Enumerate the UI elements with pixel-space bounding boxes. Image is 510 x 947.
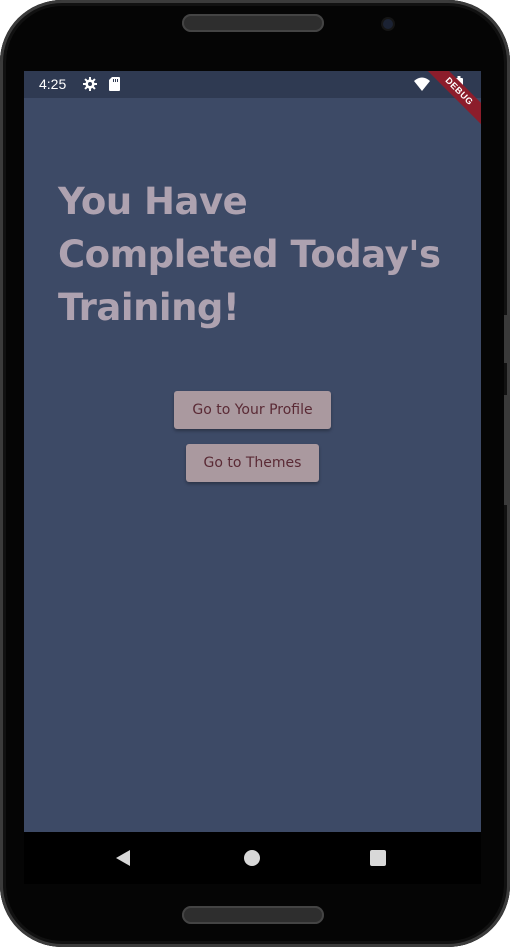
navigation-bar — [24, 832, 481, 884]
power-button[interactable] — [504, 395, 510, 505]
recents-icon[interactable] — [370, 850, 386, 866]
volume-button[interactable] — [504, 315, 510, 363]
wifi-icon — [414, 77, 430, 91]
phone-frame: 4:25 DEBUG You Have Completed Today's Tr… — [0, 0, 510, 947]
front-camera — [383, 19, 393, 29]
status-bar: 4:25 DEBUG — [24, 71, 481, 140]
sd-card-icon — [109, 77, 120, 91]
back-icon[interactable] — [116, 850, 130, 866]
status-time: 4:25 — [39, 76, 67, 92]
home-icon[interactable] — [244, 850, 260, 866]
go-to-profile-button[interactable]: Go to Your Profile — [174, 391, 331, 429]
go-to-themes-button[interactable]: Go to Themes — [186, 444, 319, 482]
page-title: You Have Completed Today's Training! — [58, 180, 441, 329]
gear-icon — [83, 77, 97, 91]
app-screen: 4:25 DEBUG You Have Completed Today's Tr… — [24, 71, 481, 832]
top-speaker — [182, 14, 324, 32]
bottom-speaker — [182, 906, 324, 924]
